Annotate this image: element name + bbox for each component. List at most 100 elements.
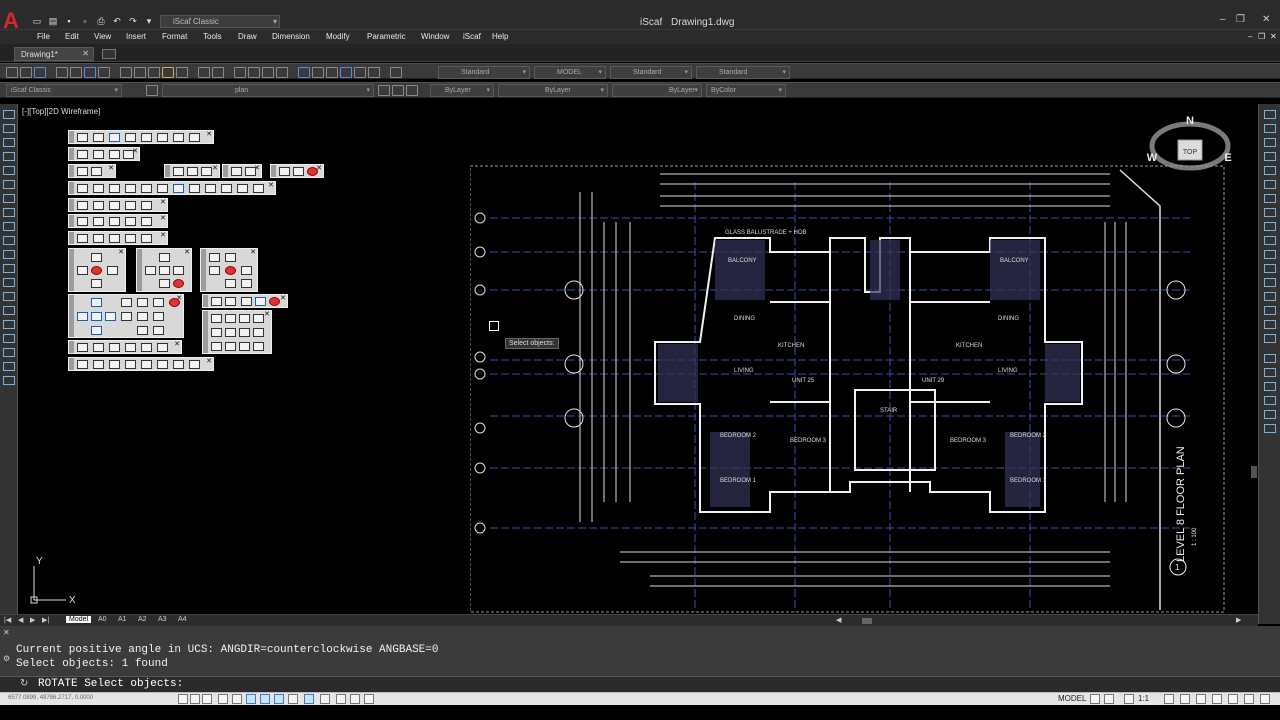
tool-icon[interactable] — [225, 328, 236, 337]
menu-draw[interactable]: Draw — [238, 32, 257, 41]
tool-icon[interactable] — [159, 253, 170, 262]
tool-icon[interactable] — [125, 201, 136, 210]
tool-icon[interactable] — [93, 133, 104, 142]
isolate-objects-icon[interactable] — [1244, 694, 1254, 704]
menu-iscaf[interactable]: iScaf — [463, 32, 481, 41]
explode-icon[interactable] — [1264, 334, 1276, 343]
tool-icon[interactable] — [91, 326, 102, 335]
draworder-icon[interactable] — [1264, 354, 1276, 363]
tool-icon[interactable] — [239, 342, 250, 351]
zoom-window-icon[interactable] — [262, 66, 274, 78]
polygon-icon[interactable] — [3, 152, 15, 161]
tool-icon[interactable] — [157, 133, 168, 142]
design-center-icon[interactable] — [312, 66, 324, 78]
model-space-toggle[interactable]: MODEL — [1058, 694, 1086, 703]
tool-icon[interactable] — [153, 298, 164, 307]
grid-icon[interactable] — [202, 694, 212, 704]
tool-icon[interactable] — [91, 298, 102, 307]
markup-icon[interactable] — [354, 66, 366, 78]
tool-icon[interactable] — [211, 342, 222, 351]
menu-help[interactable]: Help — [492, 32, 508, 41]
tool-icon[interactable] — [125, 217, 136, 226]
match-properties-icon[interactable] — [162, 66, 174, 78]
undo-icon[interactable]: ↶ — [110, 15, 124, 27]
tool-icon[interactable] — [211, 314, 222, 323]
tool-icon[interactable] — [141, 360, 152, 369]
tool-icon[interactable] — [173, 167, 184, 176]
pan-icon[interactable] — [234, 66, 246, 78]
polyline-icon[interactable] — [3, 138, 15, 147]
tool-icon[interactable] — [93, 217, 104, 226]
recent-commands-icon[interactable]: ↻ — [20, 678, 28, 689]
tab-drawing1[interactable]: Drawing1* ✕ — [14, 47, 94, 61]
tool-icon[interactable] — [157, 184, 168, 193]
tool-icon[interactable] — [109, 184, 120, 193]
break-icon[interactable] — [1264, 264, 1276, 273]
redo-icon[interactable]: ↷ — [126, 15, 140, 27]
multiline-text-icon[interactable] — [3, 362, 15, 371]
below-object-icon[interactable] — [1264, 410, 1276, 419]
zoom-realtime-icon[interactable] — [248, 66, 260, 78]
tool-icon[interactable] — [241, 279, 252, 288]
tool-icon[interactable] — [225, 314, 236, 323]
mleader-style-combo[interactable]: Standard ▾ — [696, 66, 790, 79]
tool-icon[interactable] — [125, 184, 136, 193]
workspace-combo[interactable]: iScaf Classic ▾ — [6, 84, 122, 97]
tool-icon[interactable] — [91, 279, 102, 288]
tool-icon[interactable] — [109, 360, 120, 369]
auto-scale-icon[interactable] — [1180, 694, 1190, 704]
above-object-icon[interactable] — [1264, 396, 1276, 405]
text-style-combo[interactable]: Standard ▾ — [438, 66, 530, 79]
fillet-icon[interactable] — [1264, 306, 1276, 315]
close-icon[interactable]: ✕ — [264, 310, 270, 318]
tool-icon[interactable] — [159, 266, 170, 275]
tool-icon[interactable] — [125, 133, 136, 142]
compass-north[interactable]: N — [1186, 115, 1194, 127]
delete-icon[interactable] — [225, 266, 236, 275]
close-icon[interactable]: ✕ — [108, 164, 114, 172]
close-icon[interactable]: ✕ — [174, 340, 180, 348]
tool-icon[interactable] — [125, 343, 136, 352]
chamfer-icon[interactable] — [1264, 292, 1276, 301]
command-line[interactable]: ↻ ROTATE Select objects: — [0, 676, 1280, 692]
new-file-icon[interactable]: ▭ — [30, 15, 44, 27]
osnap-icon[interactable] — [246, 694, 256, 704]
plot-preview-icon[interactable] — [70, 66, 82, 78]
tool-icon[interactable] — [209, 266, 220, 275]
text-front-icon[interactable] — [1264, 424, 1276, 433]
doc-minimize-icon[interactable]: – — [1248, 32, 1252, 41]
insert-block-icon[interactable] — [3, 264, 15, 273]
tool-icon[interactable] — [137, 312, 148, 321]
tool-icon[interactable] — [91, 253, 102, 262]
rotate-icon[interactable] — [1264, 194, 1276, 203]
make-block-icon[interactable] — [3, 278, 15, 287]
polar-icon[interactable] — [232, 694, 242, 704]
copy-object-icon[interactable] — [1264, 124, 1276, 133]
make-current-icon[interactable] — [378, 85, 390, 96]
tool-icon[interactable] — [239, 314, 250, 323]
tool-icon[interactable] — [225, 253, 236, 262]
plot-icon[interactable] — [56, 66, 68, 78]
line-icon[interactable] — [3, 110, 15, 119]
tab-a1[interactable]: A1 — [118, 616, 127, 623]
arc-icon[interactable] — [3, 180, 15, 189]
extend-icon[interactable] — [1264, 250, 1276, 259]
array-icon[interactable] — [1264, 166, 1276, 175]
tool-icon[interactable] — [239, 328, 250, 337]
point-icon[interactable] — [3, 292, 15, 301]
tool-icon[interactable] — [141, 343, 152, 352]
customize-icon[interactable]: ⚙ — [3, 654, 10, 663]
new-icon[interactable] — [6, 66, 18, 78]
scale-icon[interactable] — [1264, 208, 1276, 217]
tool-icon[interactable] — [145, 266, 156, 275]
paste-icon[interactable] — [148, 66, 160, 78]
color-combo[interactable]: ByLayer ▾ — [430, 84, 494, 97]
otrack-icon[interactable] — [274, 694, 284, 704]
workspace-switch-icon[interactable] — [1196, 694, 1206, 704]
tool-icon[interactable] — [189, 184, 200, 193]
zoom-previous-icon[interactable] — [276, 66, 288, 78]
tool-icon[interactable] — [91, 312, 102, 321]
block-editor-icon[interactable] — [176, 66, 188, 78]
tool-icon[interactable] — [141, 217, 152, 226]
scroll-right-icon[interactable]: ▶ — [1236, 616, 1241, 624]
